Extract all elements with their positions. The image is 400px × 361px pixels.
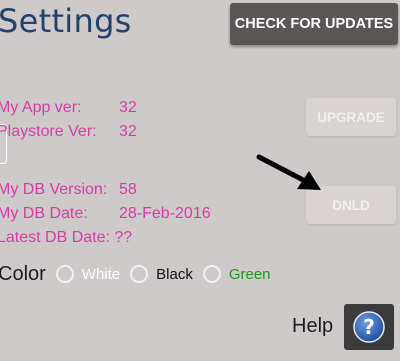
db-date-label: My DB Date: xyxy=(0,205,88,222)
my-app-ver-value: 32 xyxy=(119,99,137,116)
radio-black[interactable] xyxy=(130,265,149,283)
latest-db-date-row: Latest DB Date: ?? xyxy=(0,229,132,247)
color-label: Color xyxy=(0,262,46,285)
db-version-value: 58 xyxy=(119,181,137,198)
radio-black-label[interactable]: Black xyxy=(156,266,193,283)
radio-white-label[interactable]: White xyxy=(82,266,120,283)
upgrade-button[interactable]: UPGRADE xyxy=(306,98,396,136)
color-options-row: Color White Black Green xyxy=(0,260,281,288)
playstore-ver-label: Playstore Ver: xyxy=(0,123,97,140)
db-version-label: My DB Version: xyxy=(0,181,108,198)
latest-db-date-label: Latest DB Date: xyxy=(0,229,110,246)
my-app-ver-label: My App ver: xyxy=(0,99,82,116)
check-for-updates-button[interactable]: CHECK FOR UPDATES xyxy=(230,3,398,45)
arrow-icon xyxy=(256,154,321,190)
db-version-row: My DB Version: 58 xyxy=(0,181,137,199)
latest-db-date-value: ?? xyxy=(114,229,133,246)
my-app-ver-row: My App ver: 32 xyxy=(0,99,137,117)
help-icon: ? xyxy=(353,311,385,343)
playstore-ver-row: Playstore Ver: 32 xyxy=(0,123,137,141)
help-button[interactable]: ? xyxy=(344,304,394,350)
radio-white[interactable] xyxy=(55,265,74,283)
radio-green-label[interactable]: Green xyxy=(229,266,271,283)
playstore-ver-value: 32 xyxy=(119,123,137,140)
page-title: Settings xyxy=(0,2,132,40)
svg-text:?: ? xyxy=(363,315,375,339)
db-date-value: 28-Feb-2016 xyxy=(119,205,211,222)
radio-green[interactable] xyxy=(202,265,221,283)
db-date-row: My DB Date: 28-Feb-2016 xyxy=(0,205,211,223)
help-label: Help xyxy=(292,315,334,337)
